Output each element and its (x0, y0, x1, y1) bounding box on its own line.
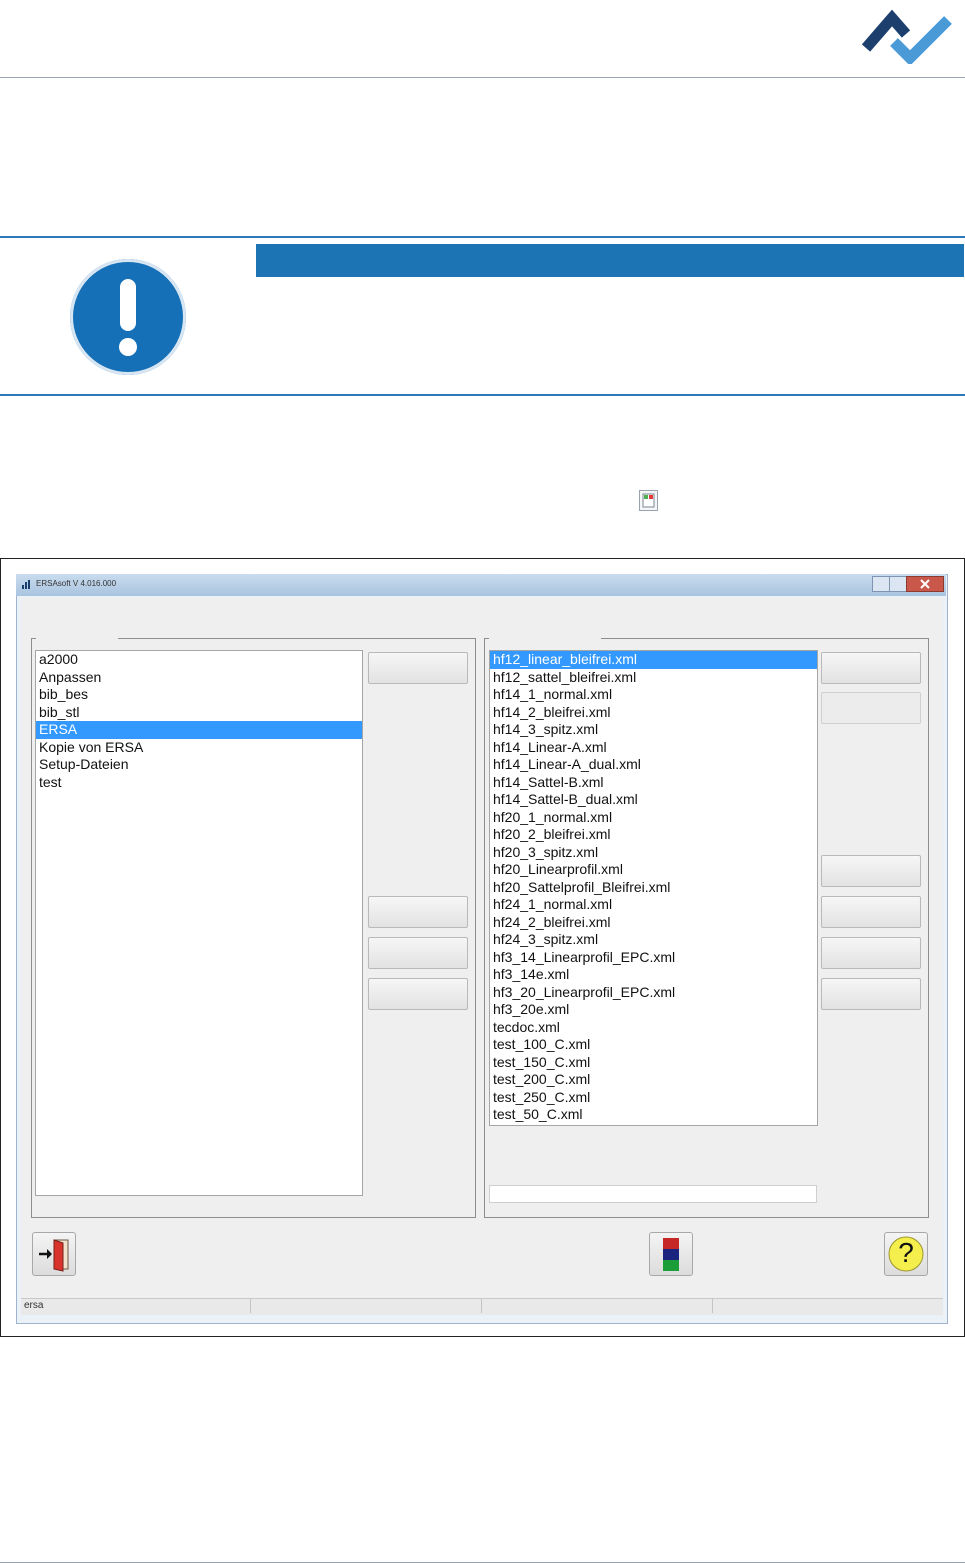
path-field[interactable] (489, 1185, 817, 1203)
help-button[interactable]: ? (884, 1232, 928, 1276)
status-text: ersa (24, 1300, 44, 1311)
left-action-button-1[interactable] (368, 652, 468, 684)
list-item[interactable]: Setup-Dateien (36, 756, 362, 774)
list-item[interactable]: test_50_C.xml (490, 1106, 817, 1124)
right-action-button-5[interactable] (821, 937, 921, 969)
right-action-button-1[interactable] (821, 652, 921, 684)
maximize-button[interactable] (889, 576, 907, 592)
list-item[interactable]: test (36, 774, 362, 792)
color-settings-button[interactable] (649, 1232, 693, 1276)
notice-bottom-rule (0, 394, 965, 396)
settings-window-icon (639, 490, 658, 511)
exclamation-icon (70, 259, 186, 375)
list-item[interactable]: ERSA (36, 721, 362, 739)
status-cell-2 (251, 1299, 482, 1313)
list-item[interactable]: Anpassen (36, 669, 362, 687)
list-item[interactable]: test_200_C.xml (490, 1071, 817, 1089)
right-action-button-2[interactable] (821, 692, 921, 724)
app-chart-icon (22, 580, 32, 589)
list-item[interactable]: hf24_3_spitz.xml (490, 931, 817, 949)
minimize-button[interactable] (872, 576, 890, 592)
right-action-button-6[interactable] (821, 978, 921, 1010)
list-item[interactable]: hf14_Sattel-B.xml (490, 774, 817, 792)
directory-list[interactable]: a2000 Anpassen bib_bes bib_stl ERSA Kopie von… (35, 650, 363, 1196)
list-item[interactable]: test_250_C.xml (490, 1089, 817, 1107)
notice-top-rule (0, 236, 965, 238)
list-item[interactable]: hf14_Sattel-B_dual.xml (490, 791, 817, 809)
list-item[interactable]: hf3_20e.xml (490, 1001, 817, 1019)
list-item[interactable]: hf14_Linear-A.xml (490, 739, 817, 757)
right-action-button-3[interactable] (821, 855, 921, 887)
list-item[interactable]: hf14_1_normal.xml (490, 686, 817, 704)
status-cell-1 (21, 1299, 251, 1313)
exit-button[interactable] (32, 1232, 76, 1276)
list-item[interactable]: hf14_2_bleifrei.xml (490, 704, 817, 722)
list-item[interactable]: hf20_Sattelprofil_Bleifrei.xml (490, 879, 817, 897)
right-action-button-4[interactable] (821, 896, 921, 928)
list-item[interactable]: hf20_Linearprofil.xml (490, 861, 817, 879)
left-action-button-2[interactable] (368, 896, 468, 928)
list-item[interactable]: hf12_linear_bleifrei.xml (490, 651, 817, 669)
left-action-button-3[interactable] (368, 937, 468, 969)
exit-door-icon (39, 1239, 69, 1272)
window-title: ERSAsoft V 4.016.000 (36, 579, 117, 588)
status-cell-3 (482, 1299, 713, 1313)
list-item[interactable]: bib_stl (36, 704, 362, 722)
list-item[interactable]: hf20_2_bleifrei.xml (490, 826, 817, 844)
list-item[interactable]: hf3_14_Linearprofil_EPC.xml (490, 949, 817, 967)
list-item[interactable]: hf3_20_Linearprofil_EPC.xml (490, 984, 817, 1002)
list-item[interactable]: Kopie von ERSA (36, 739, 362, 757)
list-item[interactable]: hf24_2_bleifrei.xml (490, 914, 817, 932)
list-item[interactable]: test_100_C.xml (490, 1036, 817, 1054)
help-label: ? (898, 1237, 914, 1268)
list-item[interactable]: hf20_1_normal.xml (490, 809, 817, 827)
notice-heading-bar (256, 244, 964, 277)
list-item[interactable]: test_150_C.xml (490, 1054, 817, 1072)
header-rule (0, 77, 965, 78)
color-palette-icon (663, 1238, 679, 1271)
company-logo (862, 9, 952, 64)
close-button[interactable] (906, 576, 944, 592)
list-item[interactable]: hf24_1_normal.xml (490, 896, 817, 914)
list-item[interactable]: hf14_3_spitz.xml (490, 721, 817, 739)
list-item[interactable]: hf20_3_spitz.xml (490, 844, 817, 862)
list-item[interactable]: bib_bes (36, 686, 362, 704)
left-action-button-4[interactable] (368, 978, 468, 1010)
list-item[interactable]: hf12_sattel_bleifrei.xml (490, 669, 817, 687)
list-item[interactable]: hf14_Linear-A_dual.xml (490, 756, 817, 774)
title-bar[interactable] (16, 574, 946, 596)
file-list[interactable]: hf12_linear_bleifrei.xml hf12_sattel_blei… (489, 650, 818, 1126)
list-item[interactable]: tecdoc.xml (490, 1019, 817, 1037)
list-item[interactable]: hf3_14e.xml (490, 966, 817, 984)
list-item[interactable]: a2000 (36, 651, 362, 669)
